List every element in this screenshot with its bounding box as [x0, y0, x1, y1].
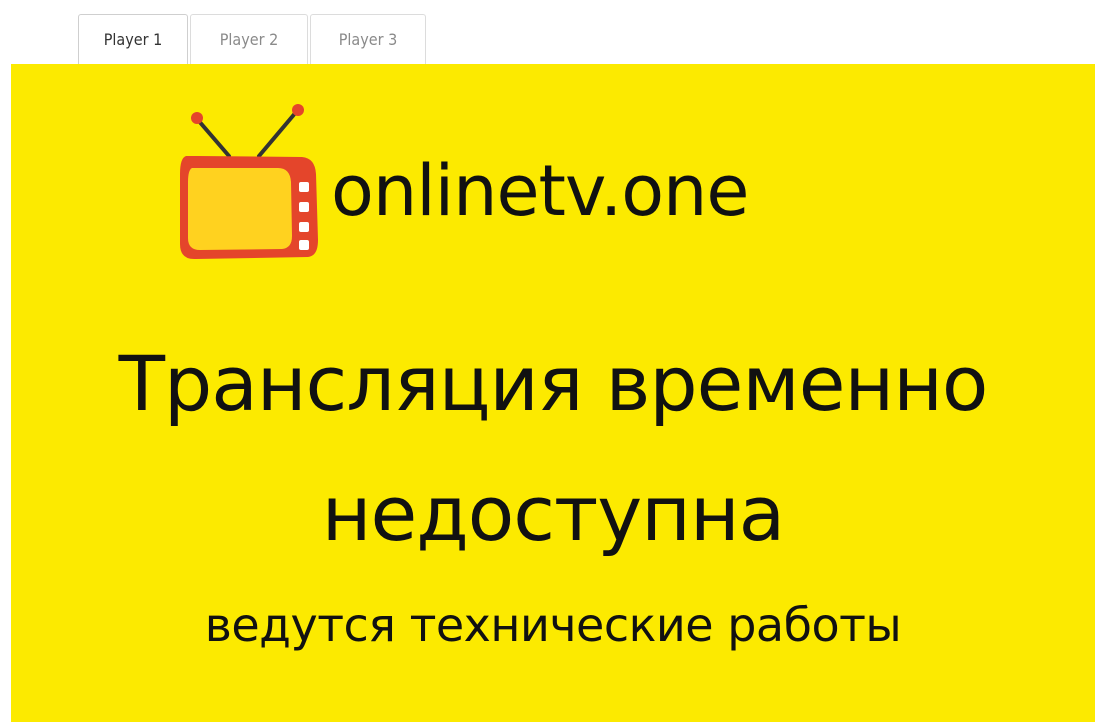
brand-name: onlinetv.one	[331, 150, 749, 232]
tab-player-1[interactable]: Player 1	[78, 14, 188, 64]
tab-player-2[interactable]: Player 2	[190, 14, 308, 64]
maintenance-subtitle: ведутся технические работы	[204, 598, 902, 652]
tab-player-3[interactable]: Player 3	[310, 14, 426, 64]
headline-line-1: Трансляция временно	[118, 339, 989, 428]
tv-icon	[180, 104, 318, 260]
headline-line-2: недоступна	[321, 469, 785, 558]
video-player[interactable]: onlinetv.one Трансляция временно недосту…	[11, 64, 1095, 722]
player-tabs: Player 1 Player 2 Player 3	[78, 14, 428, 64]
